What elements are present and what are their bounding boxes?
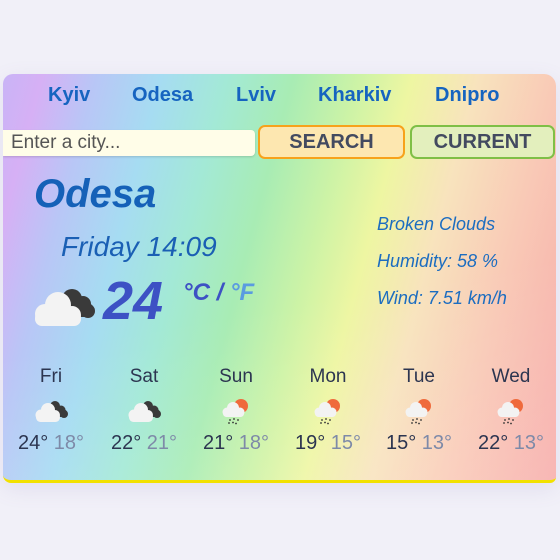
city-nav: Kyiv Odesa Lviv Kharkiv Dnipro	[3, 84, 556, 110]
forecast-day: Tue 15° 13°	[373, 366, 465, 455]
forecast-day: Fri 24° 18°	[5, 366, 97, 455]
forecast-max-temp: 19°	[294, 432, 326, 454]
forecast-max-temp: 24°	[17, 432, 49, 454]
nav-link-lviv[interactable]: Lviv	[236, 84, 276, 107]
forecast-day-name: Mon	[309, 366, 347, 387]
forecast-day-name: Fri	[39, 366, 63, 387]
celsius-unit[interactable]: °C	[183, 279, 210, 306]
weather-card: Kyiv Odesa Lviv Kharkiv Dnipro SEARCH CU…	[3, 74, 556, 483]
nav-link-dnipro[interactable]: Dnipro	[435, 84, 499, 107]
forecast-min-temp: 21°	[146, 432, 178, 454]
forecast-max-temp: 22°	[477, 432, 509, 454]
city-search-input[interactable]	[3, 130, 255, 156]
forecast-min-temp: 13°	[421, 432, 453, 454]
forecast-day-name: Sun	[219, 366, 253, 387]
date-time: Friday 14:09	[61, 231, 217, 262]
unit-toggle: °C / °F	[183, 279, 254, 307]
forecast-day: Mon 19° 15°	[282, 366, 374, 455]
forecast-day-name: Wed	[491, 366, 531, 387]
rain-sun-icon	[222, 399, 248, 425]
nav-link-odesa[interactable]: Odesa	[132, 84, 193, 107]
forecast-min-temp: 13°	[513, 432, 545, 454]
forecast-min-temp: 18°	[53, 432, 85, 454]
forecast-day: Sat 22° 21°	[98, 366, 190, 455]
forecast-day: Sun 21° 18°	[190, 366, 282, 455]
wind-speed: Wind: 7.51 km/h	[377, 288, 507, 308]
forecast-min-temp: 18°	[238, 432, 270, 454]
rain-sun-icon	[497, 399, 523, 425]
forecast-min-temp: 15°	[330, 432, 362, 454]
weather-description: Broken Clouds	[377, 214, 496, 234]
forecast-day-name: Tue	[402, 366, 436, 387]
nav-link-kharkiv[interactable]: Kharkiv	[318, 84, 391, 107]
broken-clouds-icon	[35, 289, 95, 326]
unit-separator: /	[216, 279, 224, 306]
nav-link-kyiv[interactable]: Kyiv	[48, 84, 90, 107]
city-name: Odesa	[34, 172, 157, 216]
weather-details: Broken Clouds Humidity: 58 % Wind: 7.51 …	[377, 214, 507, 325]
current-location-button[interactable]: CURRENT	[410, 125, 555, 159]
broken-clouds-icon	[35, 401, 68, 422]
rain-sun-icon	[314, 399, 340, 425]
forecast-max-temp: 22°	[110, 432, 142, 454]
forecast-max-temp: 21°	[202, 432, 234, 454]
forecast-max-temp: 15°	[385, 432, 417, 454]
rain-sun-icon	[405, 399, 431, 425]
current-temperature: 24	[103, 271, 164, 331]
humidity: Humidity: 58 %	[377, 251, 499, 271]
forecast-day: Wed 22° 13°	[465, 366, 556, 455]
forecast-day-name: Sat	[129, 366, 159, 387]
fahrenheit-unit[interactable]: °F	[230, 279, 254, 306]
search-button[interactable]: SEARCH	[258, 125, 405, 159]
broken-clouds-icon	[128, 401, 161, 422]
